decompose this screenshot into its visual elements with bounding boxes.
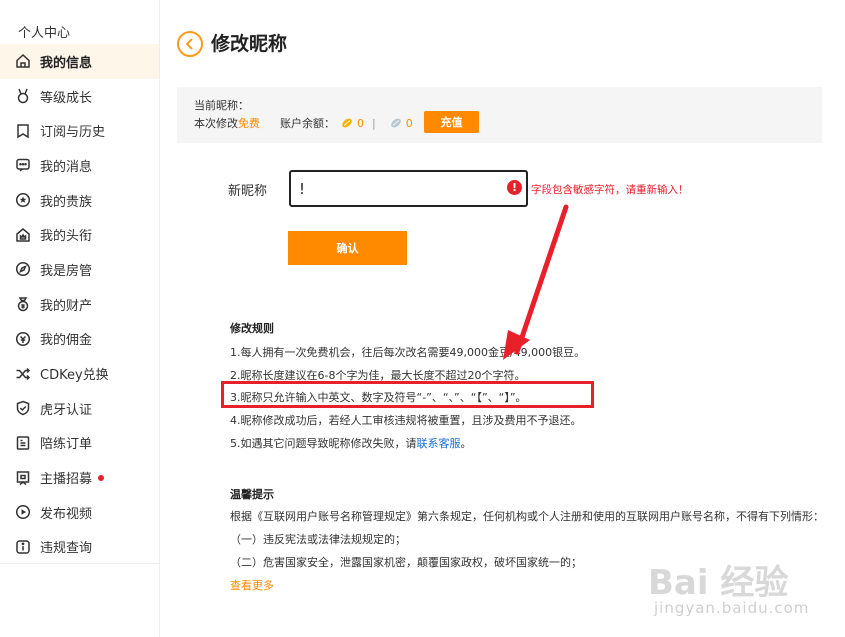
modify-prefix: 本次修改 — [194, 117, 238, 130]
sidebar-item-label: 等级成长 — [40, 90, 93, 106]
rule-item-5: 5.如遇其它问题导致昵称修改失败，请联系客服。 — [230, 435, 472, 451]
sidebar-item-my-info[interactable]: 我的信息 — [0, 44, 159, 79]
sidebar-item-label: 我的头衔 — [40, 229, 93, 245]
contact-support-link[interactable]: 联系客服 — [417, 437, 461, 450]
tips-title: 温馨提示 — [230, 488, 274, 501]
sidebar-title: 个人中心 — [18, 26, 71, 41]
flag-icon — [15, 470, 31, 486]
sidebar-item-label: 主播招募 — [40, 472, 93, 488]
compass-icon — [15, 261, 31, 277]
sidebar-item-label: 我的财产 — [40, 298, 93, 314]
tips-text: 根据《互联网用户账号名称管理规定》第六条规定，任何机构或个人注册和使用的互联网用… — [230, 510, 824, 523]
sidebar-divider — [0, 563, 159, 564]
sidebar-item-recruit[interactable]: 主播招募 — [0, 460, 159, 495]
sidebar-item-cdkey[interactable]: CDKey兑换 — [0, 356, 159, 391]
star-circle-icon — [15, 192, 31, 208]
sidebar-item-publish-video[interactable]: 发布视频 — [0, 495, 159, 530]
sidebar-item-label: 我的消息 — [40, 159, 93, 175]
chevron-left-icon — [185, 35, 195, 54]
gold-bean-icon — [341, 117, 353, 129]
gold-balance: 0 — [357, 116, 364, 130]
rule-item-5-text: 5.如遇其它问题导致昵称修改失败，请 — [230, 437, 417, 450]
watermark-url: jingyan.baidu.com — [654, 599, 810, 617]
error-icon: ! — [507, 180, 522, 195]
view-more-link[interactable]: 查看更多 — [230, 577, 274, 593]
tip-item-1: （一）违反宪法或法律法规规定的； — [230, 533, 406, 546]
sidebar-item-noble[interactable]: 我的贵族 — [0, 183, 159, 218]
medal-icon — [15, 88, 31, 104]
nickname-label: 新昵称 — [228, 184, 268, 199]
balance-separator: | — [372, 116, 376, 130]
info-icon — [15, 539, 31, 555]
shuffle-icon — [15, 366, 31, 382]
sidebar-item-label: 虎牙认证 — [40, 402, 93, 418]
sidebar-list: 我的信息 等级成长 订阅与历史 我的消息 我的贵族 我的头衔 我是房管 我的财产… — [0, 44, 159, 564]
silver-balance: 0 — [405, 116, 413, 130]
notification-dot — [98, 474, 105, 481]
balance-label: 账户余额： — [280, 117, 335, 130]
sidebar-item-label: 我的佣金 — [40, 333, 93, 349]
sidebar-item-label: 违规查询 — [40, 541, 93, 557]
sidebar-item-level[interactable]: 等级成长 — [0, 79, 159, 114]
crown-house-icon — [15, 227, 31, 243]
coin-icon — [15, 331, 31, 347]
account-balance-row: 本次修改 免费 账户余额： 0 | 0 — [194, 116, 413, 131]
silver-bean-icon — [390, 117, 402, 129]
sidebar-item-label: 订阅与历史 — [40, 125, 106, 141]
rule-item-4: 4.昵称修改成功后，若经人工审核违规将被重置，且涉及费用不予退还。 — [230, 414, 582, 427]
sidebar-item-room-admin[interactable]: 我是房管 — [0, 252, 159, 287]
current-nickname-label: 当前昵称： — [194, 99, 249, 112]
back-button[interactable] — [177, 31, 203, 57]
recharge-button[interactable]: 充值 — [424, 111, 479, 133]
rules-title: 修改规则 — [230, 322, 274, 335]
order-icon — [15, 435, 31, 451]
error-message: 字段包含敏感字符，请重新输入！ — [531, 184, 689, 196]
sidebar: 个人中心 我的信息 等级成长 订阅与历史 我的消息 我的贵族 我的头衔 我是房管 — [0, 0, 160, 637]
sidebar-item-messages[interactable]: 我的消息 — [0, 148, 159, 183]
rule-item-1: 1.每人拥有一次免费机会，往后每次改名需要49,000金豆/49,000银豆。 — [230, 346, 586, 359]
sidebar-item-subscription[interactable]: 订阅与历史 — [0, 113, 159, 148]
sidebar-item-label: 我的信息 — [40, 55, 93, 71]
account-info-panel: 当前昵称： 本次修改 免费 账户余额： 0 | 0 充值 — [177, 87, 822, 143]
tip-item-2: （二）危害国家安全，泄露国家机密，颠覆国家政权，破坏国家统一的； — [230, 556, 582, 569]
bookmark-icon — [15, 123, 31, 139]
nickname-input[interactable] — [289, 170, 528, 207]
sidebar-item-label: 我是房管 — [40, 263, 93, 279]
message-icon — [15, 157, 31, 173]
sidebar-item-commission[interactable]: 我的佣金 — [0, 322, 159, 357]
wallet-icon — [15, 296, 31, 312]
sidebar-item-label: 发布视频 — [40, 506, 93, 522]
sidebar-item-orders[interactable]: 陪练订单 — [0, 426, 159, 461]
rule-highlight-box — [221, 381, 594, 408]
sidebar-item-label: CDKey兑换 — [40, 368, 109, 384]
play-icon — [15, 504, 31, 520]
rule-item-5-end: 。 — [460, 437, 472, 450]
sidebar-item-titles[interactable]: 我的头衔 — [0, 217, 159, 252]
sidebar-item-label: 陪练订单 — [40, 437, 93, 453]
sidebar-item-label: 我的贵族 — [40, 194, 93, 210]
sidebar-item-verify[interactable]: 虎牙认证 — [0, 391, 159, 426]
watermark-logo: Bai 经验 — [648, 563, 789, 603]
shield-check-icon — [15, 400, 31, 416]
baidu-jingyan-watermark: Bai 经验 jingyan.baidu.com — [648, 553, 808, 625]
home-icon — [15, 53, 31, 69]
sidebar-item-violations[interactable]: 违规查询 — [0, 530, 159, 565]
sidebar-item-property[interactable]: 我的财产 — [0, 287, 159, 322]
confirm-button[interactable]: 确认 — [288, 231, 407, 265]
modify-free: 免费 — [238, 117, 260, 130]
page-title: 修改昵称 — [211, 33, 288, 55]
